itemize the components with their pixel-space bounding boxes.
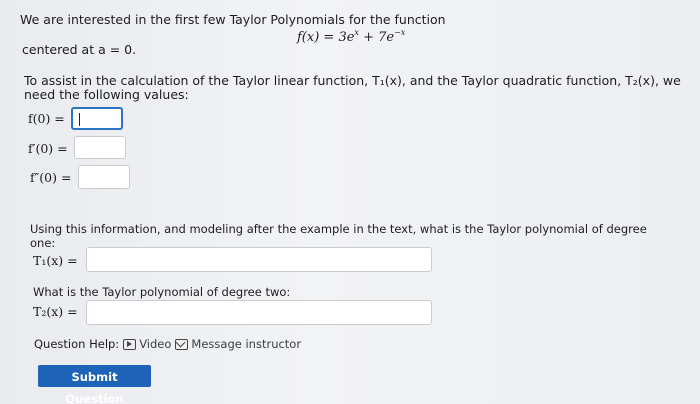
f0-input[interactable] [71, 107, 123, 130]
assist-text: To assist in the calculation of the Tayl… [24, 74, 681, 102]
message-instructor-link[interactable]: Message instructor [175, 337, 301, 351]
assist-line-1: To assist in the calculation of the Tayl… [24, 73, 681, 88]
function-mid: + 7e [358, 30, 395, 45]
centered-text: centered at a = 0. [22, 42, 137, 57]
t2-input[interactable] [86, 300, 432, 325]
mail-icon [175, 338, 189, 350]
question1-text: Using this information, and modeling aft… [30, 222, 647, 250]
function-lhs: f(x) = 3e [297, 30, 355, 45]
function-exp2: −x [394, 28, 406, 37]
question1-line-1: Using this information, and modeling aft… [30, 222, 647, 236]
f1-label: f′(0) = [28, 141, 68, 156]
question-page: We are interested in the first few Taylo… [0, 0, 700, 404]
assist-line-2: need the following values: [24, 87, 189, 102]
question-help: Question Help: Video Message instructor [34, 337, 301, 351]
f1-input[interactable] [74, 136, 126, 159]
submit-question-button[interactable]: Submit Question [38, 365, 151, 404]
t1-input[interactable] [86, 247, 432, 272]
message-instructor-label: Message instructor [191, 337, 302, 351]
question2-text: What is the Taylor polynomial of degree … [33, 285, 291, 299]
video-link[interactable]: Video [123, 337, 171, 351]
f2-input[interactable] [78, 165, 130, 189]
intro-text: We are interested in the first few Taylo… [20, 12, 446, 27]
f0-label: f(0) = [28, 111, 65, 126]
t2-label: T₂(x) = [33, 304, 78, 319]
f2-label: f″(0) = [30, 170, 72, 185]
question-help-label: Question Help: [34, 337, 120, 351]
video-icon [123, 338, 137, 350]
text-cursor [79, 113, 80, 126]
function-formula: f(x) = 3ex + 7e−x [297, 28, 405, 45]
video-link-label: Video [139, 337, 172, 351]
t1-label: T₁(x) = [33, 253, 78, 268]
